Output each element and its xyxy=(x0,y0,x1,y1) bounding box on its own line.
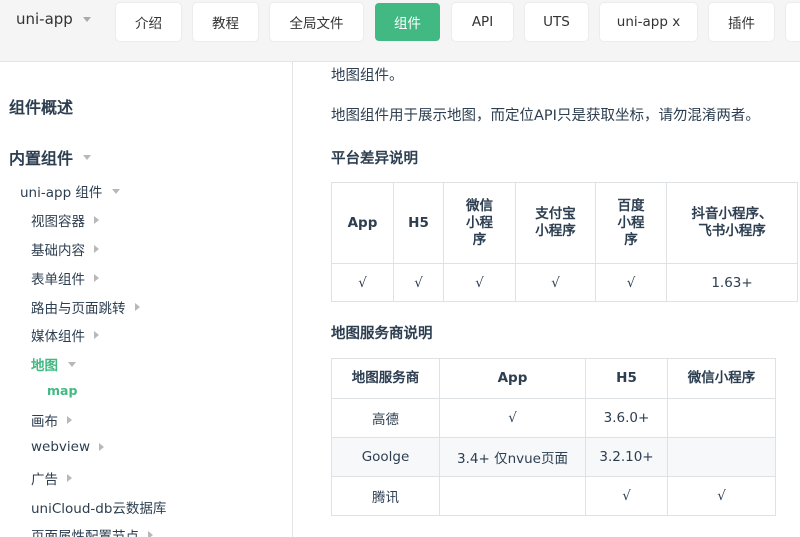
sidebar-item-ads[interactable]: 广告 xyxy=(31,468,72,488)
platform-header-wechat: 微信 小程 序 xyxy=(443,182,516,264)
provider-cell: 腾讯 xyxy=(331,476,440,516)
provider-table: 地图服务商 App H5 微信小程序 高德 √ 3.6.0+ Goolge 3.… xyxy=(331,358,776,516)
sidebar-item-webview[interactable]: webview xyxy=(31,439,105,455)
provider-cell xyxy=(667,398,776,438)
brand-label: uni-app xyxy=(16,10,73,28)
platform-header-app: App xyxy=(331,182,394,264)
provider-header-app: App xyxy=(439,358,586,399)
nav-item-plugins[interactable]: 插件 xyxy=(709,3,774,41)
chevron-right-icon xyxy=(67,416,72,424)
chevron-down-icon xyxy=(82,16,91,22)
platform-cell-douyin-feishu: 1.63+ xyxy=(666,263,798,302)
platform-header-alipay: 支付宝 小程序 xyxy=(515,182,596,264)
platform-cell-app: √ xyxy=(331,263,394,302)
sidebar-item-overview[interactable]: 组件概述 xyxy=(9,94,73,118)
sidebar-item-map[interactable]: 地图 xyxy=(31,354,76,374)
provider-cell xyxy=(439,476,586,516)
chevron-right-icon xyxy=(94,216,99,224)
provider-cell: 高德 xyxy=(331,398,440,438)
nav-item-more[interactable] xyxy=(786,3,800,41)
provider-header-wechat: 微信小程序 xyxy=(667,358,776,399)
provider-cell: 3.6.0+ xyxy=(585,398,668,438)
provider-header-h5: H5 xyxy=(585,358,668,399)
table-row: 腾讯 √ √ xyxy=(331,476,776,516)
sidebar-item-unicloud-db[interactable]: uniCloud-db云数据库 xyxy=(31,497,166,517)
nav-item-global-files[interactable]: 全局文件 xyxy=(270,3,363,41)
provider-cell: √ xyxy=(585,476,668,516)
platform-header-h5: H5 xyxy=(393,182,444,264)
chevron-right-icon xyxy=(148,531,153,537)
chevron-right-icon xyxy=(99,443,105,451)
platform-header-baidu: 百度 小程 序 xyxy=(595,182,667,264)
description-text: 地图组件用于展示地图，而定位API只是获取坐标，请勿混淆两者。 xyxy=(331,108,760,124)
platform-table: App H5 微信 小程 序 支付宝 小程序 百度 小程 序 抖音小程序、 飞书… xyxy=(331,182,798,302)
chevron-down-icon xyxy=(83,154,92,160)
nav-item-api[interactable]: API xyxy=(452,3,513,41)
platform-heading: 平台差异说明 xyxy=(331,151,418,167)
provider-cell xyxy=(667,437,776,477)
platform-cell-alipay: √ xyxy=(515,263,596,302)
sidebar-item-view-containers[interactable]: 视图容器 xyxy=(31,210,99,230)
sidebar-item-form-components[interactable]: 表单组件 xyxy=(31,268,99,288)
nav-item-components[interactable]: 组件 xyxy=(375,3,440,41)
provider-cell: 3.2.10+ xyxy=(585,437,668,477)
provider-heading: 地图服务商说明 xyxy=(331,326,433,342)
chevron-right-icon xyxy=(94,274,99,282)
sidebar-item-uniapp-components[interactable]: uni-app 组件 xyxy=(20,181,121,201)
nav-item-tutorial[interactable]: 教程 xyxy=(193,3,258,41)
sidebar-item-page-config[interactable]: 页面属性配置节点 xyxy=(31,525,153,537)
platform-cell-wechat: √ xyxy=(443,263,516,302)
sidebar-item-map-component[interactable]: map xyxy=(47,383,77,398)
sidebar-item-builtin[interactable]: 内置组件 xyxy=(9,145,92,169)
nav-item-intro[interactable]: 介绍 xyxy=(116,3,181,41)
top-navbar: uni-app 介绍 教程 全局文件 组件 API UTS uni-app x … xyxy=(0,0,800,62)
sidebar-item-media[interactable]: 媒体组件 xyxy=(31,325,99,345)
sidebar-item-canvas[interactable]: 画布 xyxy=(31,410,72,430)
platform-cell-baidu: √ xyxy=(595,263,667,302)
chevron-right-icon xyxy=(67,474,72,482)
platform-cell-h5: √ xyxy=(393,263,444,302)
nav-item-uts[interactable]: UTS xyxy=(525,3,588,41)
sidebar-item-basic-content[interactable]: 基础内容 xyxy=(31,239,99,259)
provider-cell: 3.4+ 仅nvue页面 xyxy=(439,437,586,477)
chevron-right-icon xyxy=(94,331,99,339)
provider-header-name: 地图服务商 xyxy=(331,358,440,399)
intro-text: 地图组件。 xyxy=(331,68,404,84)
platform-header-douyin-feishu: 抖音小程序、 飞书小程序 xyxy=(666,182,798,264)
chevron-right-icon xyxy=(94,245,99,253)
sidebar: 组件概述 内置组件 uni-app 组件 视图容器 基础内容 表单组件 路由与页… xyxy=(0,62,293,537)
provider-cell: Goolge xyxy=(331,437,440,477)
main-content: 地图组件。 地图组件用于展示地图，而定位API只是获取坐标，请勿混淆两者。 平台… xyxy=(293,62,800,537)
chevron-right-icon xyxy=(134,303,140,311)
chevron-down-icon xyxy=(68,361,76,367)
provider-cell: √ xyxy=(667,476,776,516)
sidebar-item-navigation[interactable]: 路由与页面跳转 xyxy=(31,297,140,317)
provider-cell: √ xyxy=(439,398,586,438)
chevron-down-icon xyxy=(112,188,121,194)
table-row: Goolge 3.4+ 仅nvue页面 3.2.10+ xyxy=(331,437,776,477)
nav-item-uniapp-x[interactable]: uni-app x xyxy=(600,3,697,41)
table-row: 高德 √ 3.6.0+ xyxy=(331,398,776,438)
brand-dropdown[interactable]: uni-app xyxy=(16,10,91,28)
